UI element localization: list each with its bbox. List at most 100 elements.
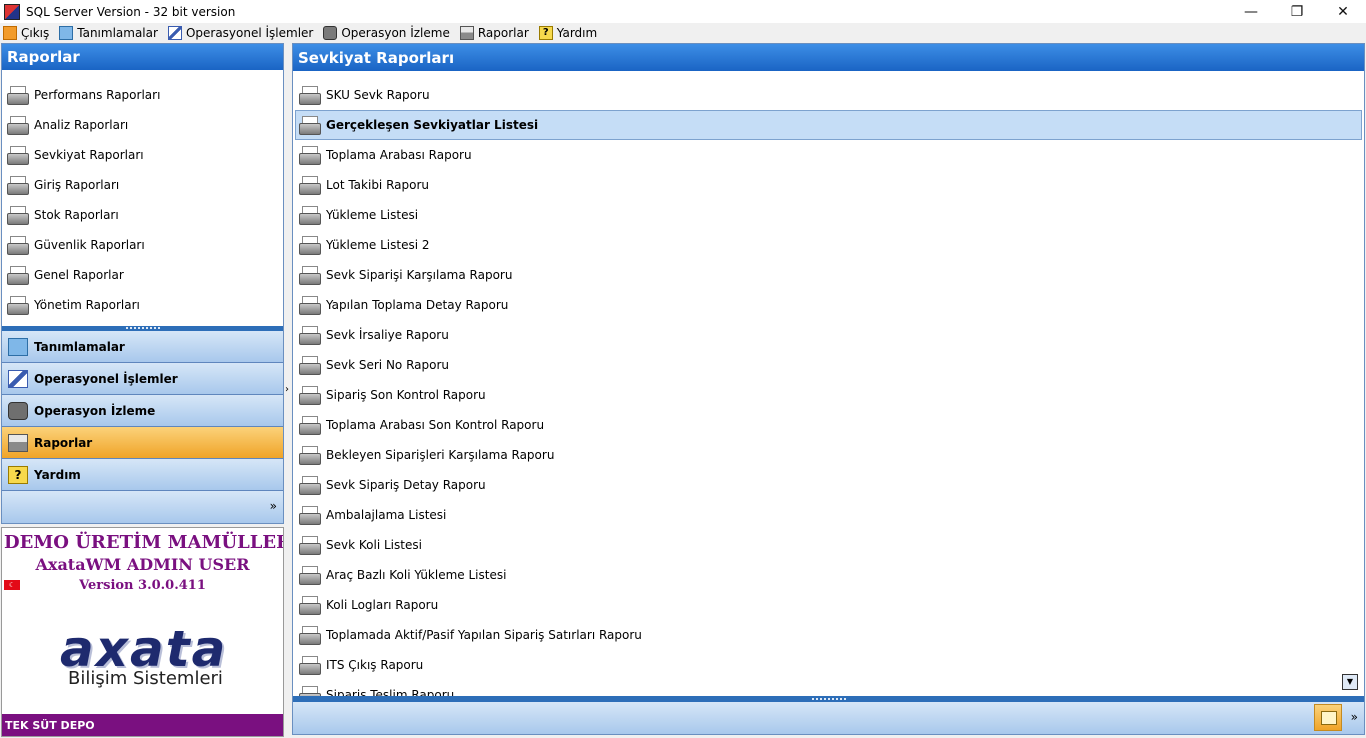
depot-label: TEK SÜT DEPO	[2, 714, 283, 736]
menu-item-tanimlamalar[interactable]: Tanımlamalar	[59, 26, 158, 40]
open-report-button[interactable]	[1314, 704, 1342, 731]
report-list-item[interactable]: Yapılan Toplama Detay Raporu	[295, 290, 1362, 320]
report-label: Sevk Sipariş Detay Raporu	[326, 478, 486, 492]
minimize-button[interactable]: —	[1228, 0, 1274, 23]
nav-footer: »	[2, 491, 283, 523]
chevron-right-icon[interactable]: »	[1351, 710, 1358, 724]
report-list-item[interactable]: ITS Çıkış Raporu	[295, 650, 1362, 680]
report-list-item[interactable]: Araç Bazlı Koli Yükleme Listesi	[295, 560, 1362, 590]
nav-button-tanimlamalar[interactable]: Tanımlamalar	[2, 331, 283, 363]
printer-icon	[298, 85, 321, 105]
right-panel: Sevkiyat Raporları SKU Sevk Raporu Gerçek…	[292, 43, 1365, 735]
report-label: Yapılan Toplama Detay Raporu	[326, 298, 509, 312]
collapse-arrow-icon[interactable]: ›	[285, 384, 289, 395]
printer-icon	[8, 433, 28, 452]
nav-button-operasyon-izleme[interactable]: Operasyon İzleme	[2, 395, 283, 427]
report-label: Toplama Arabası Son Kontrol Raporu	[326, 418, 545, 432]
report-label: Sevk İrsaliye Raporu	[326, 328, 449, 342]
camera-icon	[323, 26, 338, 40]
list-item[interactable]: Performans Raporları	[6, 80, 160, 110]
report-list-item[interactable]: Toplama Arabası Raporu	[295, 140, 1362, 170]
menu-item-raporlar[interactable]: Raporlar	[459, 26, 529, 40]
close-button[interactable]: ✕	[1320, 0, 1366, 23]
printer-icon	[298, 655, 321, 675]
report-label: Ambalajlama Listesi	[326, 508, 447, 522]
report-list-item[interactable]: Yükleme Listesi	[295, 200, 1362, 230]
printer-icon	[298, 685, 321, 696]
report-label: Sevk Seri No Raporu	[326, 358, 450, 372]
company-name: DEMO ÜRETİM MAMÜLLERİ S	[4, 532, 283, 553]
report-list-item[interactable]: Sevk Koli Listesi	[295, 530, 1362, 560]
pencil-icon	[167, 26, 182, 40]
printer-icon	[298, 415, 321, 435]
menu-bar: Çıkış Tanımlamalar Operasyonel İşlemler …	[0, 23, 1366, 43]
report-list-item[interactable]: Toplama Arabası Son Kontrol Raporu	[295, 410, 1362, 440]
printer-icon	[298, 595, 321, 615]
list-item[interactable]: Sevkiyat Raporları	[6, 140, 160, 170]
chevron-right-icon[interactable]: »	[270, 499, 277, 513]
printer-icon	[6, 115, 29, 135]
printer-icon	[298, 535, 321, 555]
report-list: SKU Sevk Raporu Gerçekleşen Sevkiyatlar L…	[295, 80, 1362, 696]
report-list-item[interactable]: Sipariş Teslim Raporu	[295, 680, 1362, 696]
vertical-splitter[interactable]: ›	[285, 288, 291, 493]
list-item[interactable]: Stok Raporları	[6, 200, 160, 230]
report-list-item[interactable]: Sevk İrsaliye Raporu	[295, 320, 1362, 350]
printer-icon	[298, 115, 321, 135]
report-list-item[interactable]: Yükleme Listesi 2	[295, 230, 1362, 260]
report-list-item[interactable]: Sevk Sipariş Detay Raporu	[295, 470, 1362, 500]
report-list-item[interactable]: Sevk Siparişi Karşılama Raporu	[295, 260, 1362, 290]
printer-icon	[298, 295, 321, 315]
nav-button-operasyonel-islemler[interactable]: Operasyonel İşlemler	[2, 363, 283, 395]
printer-icon	[6, 235, 29, 255]
report-list-item[interactable]: Sevk Seri No Raporu	[295, 350, 1362, 380]
left-panel-header: Raporlar	[2, 44, 283, 70]
title-bar: SQL Server Version - 32 bit version — ❐ …	[0, 0, 1366, 23]
nav-button-yardim[interactable]: ? Yardım	[2, 459, 283, 491]
report-list-item[interactable]: Bekleyen Siparişleri Karşılama Raporu	[295, 440, 1362, 470]
report-list-item[interactable]: Koli Logları Raporu	[295, 590, 1362, 620]
report-label: Sevk Koli Listesi	[326, 538, 422, 552]
report-label: Araç Bazlı Koli Yükleme Listesi	[326, 568, 507, 582]
help-icon: ?	[8, 465, 28, 484]
report-list-item[interactable]: Ambalajlama Listesi	[295, 500, 1362, 530]
printer-icon	[298, 385, 321, 405]
printer-icon	[298, 265, 321, 285]
list-item[interactable]: Güvenlik Raporları	[6, 230, 160, 260]
list-item[interactable]: Genel Raporlar	[6, 260, 160, 290]
keyboard-icon	[8, 337, 28, 356]
printer-icon	[298, 325, 321, 345]
scroll-down-button[interactable]: ▼	[1342, 674, 1358, 690]
right-panel-header: Sevkiyat Raporları	[293, 44, 1364, 71]
menu-item-yardim[interactable]: ? Yardım	[538, 26, 597, 40]
report-list-item[interactable]: SKU Sevk Raporu	[295, 80, 1362, 110]
report-label: ITS Çıkış Raporu	[326, 658, 424, 672]
report-list-item[interactable]: Sipariş Son Kontrol Raporu	[295, 380, 1362, 410]
app-icon	[4, 3, 20, 20]
printer-icon	[298, 235, 321, 255]
list-item[interactable]: Analiz Raporları	[6, 110, 160, 140]
report-list-item[interactable]: Lot Takibi Raporu	[295, 170, 1362, 200]
menu-item-operasyon-izleme[interactable]: Operasyon İzleme	[323, 26, 450, 40]
menu-item-cikis[interactable]: Çıkış	[3, 26, 49, 40]
restore-button[interactable]: ❐	[1274, 0, 1320, 23]
menu-item-operasyonel-islemler[interactable]: Operasyonel İşlemler	[167, 26, 313, 40]
printer-icon	[6, 145, 29, 165]
nav-button-raporlar[interactable]: Raporlar	[2, 427, 283, 459]
help-icon: ?	[538, 26, 553, 40]
report-label: Lot Takibi Raporu	[326, 178, 430, 192]
printer-icon	[6, 295, 29, 315]
exit-icon	[3, 26, 17, 40]
company-info-panel: DEMO ÜRETİM MAMÜLLERİ S AxataWM ADMIN US…	[1, 527, 284, 737]
printer-icon	[6, 175, 29, 195]
report-label: Sipariş Son Kontrol Raporu	[326, 388, 486, 402]
report-list-item[interactable]: Toplamada Aktif/Pasif Yapılan Sipariş Sa…	[295, 620, 1362, 650]
printer-icon	[459, 26, 474, 40]
list-item[interactable]: Giriş Raporları	[6, 170, 160, 200]
list-item[interactable]: Yönetim Raporları	[6, 290, 160, 320]
report-list-item[interactable]: Gerçekleşen Sevkiyatlar Listesi	[295, 110, 1362, 140]
pencil-icon	[8, 369, 28, 388]
report-label: Toplama Arabası Raporu	[326, 148, 472, 162]
printer-icon	[298, 475, 321, 495]
report-label: Yükleme Listesi 2	[326, 238, 430, 252]
